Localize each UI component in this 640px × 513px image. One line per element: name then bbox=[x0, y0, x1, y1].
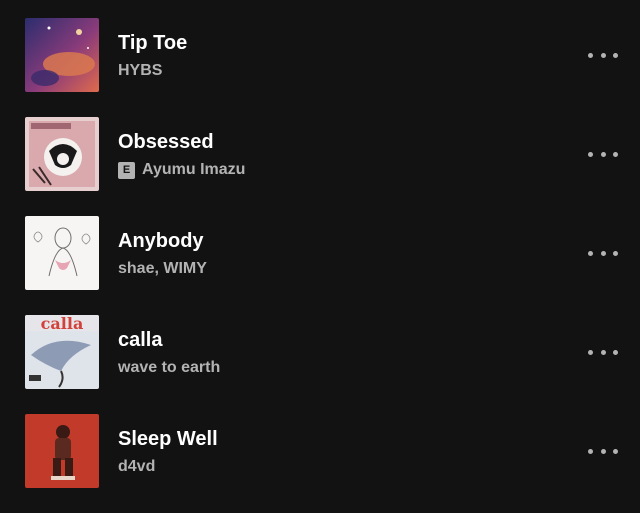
track-row[interactable]: Sleep Well d4vd bbox=[0, 414, 640, 513]
album-cover bbox=[25, 216, 99, 290]
track-title[interactable]: Sleep Well bbox=[118, 427, 218, 451]
track-title[interactable]: calla bbox=[118, 328, 220, 352]
track-artist[interactable]: d4vd bbox=[118, 457, 155, 477]
more-options-icon[interactable] bbox=[588, 145, 618, 163]
track-title[interactable]: Anybody bbox=[118, 229, 207, 253]
track-title[interactable]: Obsessed bbox=[118, 130, 245, 154]
svg-text:calla: calla bbox=[41, 315, 84, 333]
track-row[interactable]: Anybody shae, WIMY bbox=[0, 216, 640, 315]
explicit-badge: E bbox=[118, 161, 135, 179]
more-options-icon[interactable] bbox=[588, 244, 618, 262]
track-artist[interactable]: Ayumu Imazu bbox=[142, 160, 245, 180]
track-row[interactable]: Tip Toe HYBS bbox=[0, 18, 640, 117]
track-title[interactable]: Tip Toe bbox=[118, 31, 187, 55]
track-artist[interactable]: wave to earth bbox=[118, 358, 220, 378]
album-cover bbox=[25, 18, 99, 92]
track-row[interactable]: Obsessed E Ayumu Imazu bbox=[0, 117, 640, 216]
album-cover bbox=[25, 117, 99, 191]
album-cover bbox=[25, 414, 99, 488]
more-options-icon[interactable] bbox=[588, 442, 618, 460]
album-cover: calla bbox=[25, 315, 99, 389]
track-artist[interactable]: shae, WIMY bbox=[118, 259, 207, 279]
more-options-icon[interactable] bbox=[588, 46, 618, 64]
track-row[interactable]: calla calla wave to earth bbox=[0, 315, 640, 414]
track-list: Tip Toe HYBS Obsessed E Ayumu Imazu Anyb… bbox=[0, 0, 640, 503]
track-artist[interactable]: HYBS bbox=[118, 61, 162, 81]
more-options-icon[interactable] bbox=[588, 343, 618, 361]
